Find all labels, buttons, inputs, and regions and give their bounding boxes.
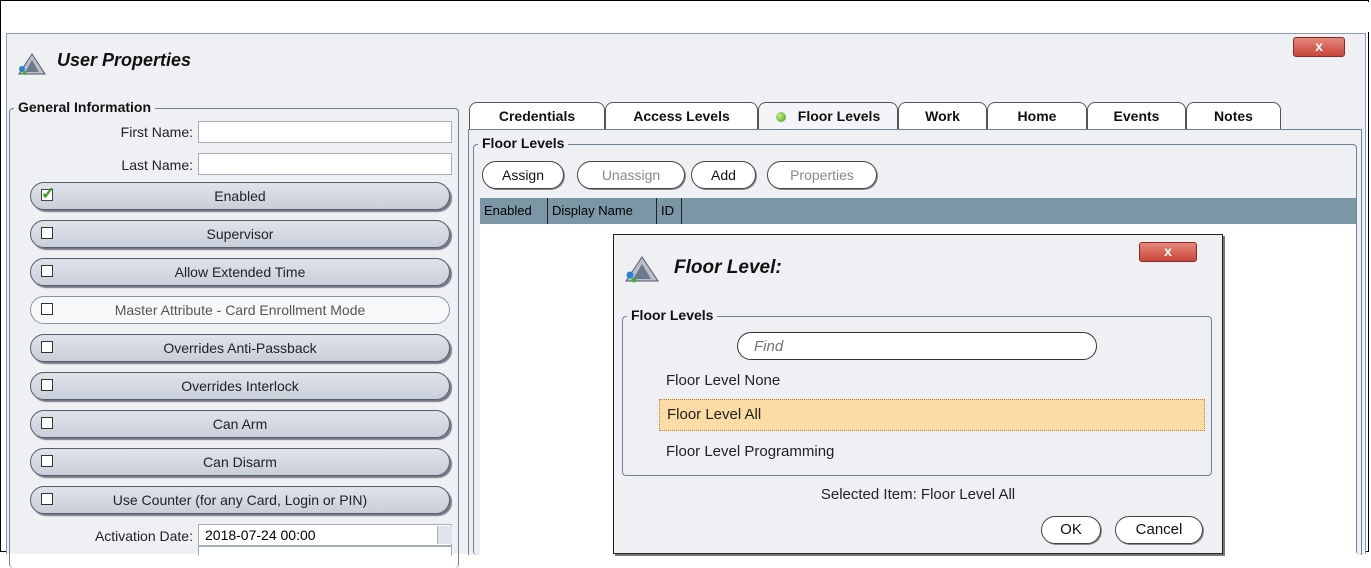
floor-levels-grid-header: Enabled Display Name ID [480, 198, 1356, 224]
column-header-enabled[interactable]: Enabled [480, 198, 548, 224]
title-bar: User Properties x [7, 34, 1365, 90]
dialog-title: Floor Level: [674, 257, 782, 278]
ok-button[interactable]: OK [1041, 516, 1101, 544]
window-title: User Properties [57, 50, 192, 70]
toggle-can-disarm[interactable]: Can Disarm [30, 448, 450, 476]
toggle-label: Overrides Interlock [181, 378, 299, 394]
find-input[interactable] [737, 332, 1097, 360]
expiration-date-field[interactable] [198, 546, 452, 556]
top-strip [2, 2, 1369, 32]
floor-levels-legend: Floor Levels [478, 135, 569, 151]
toggle-master-attribute[interactable]: Master Attribute - Card Enrollment Mode [30, 296, 450, 324]
list-item-floor-level-none[interactable]: Floor Level None [659, 366, 1205, 398]
first-name-field[interactable] [198, 121, 452, 143]
activation-date-field[interactable] [198, 524, 452, 546]
calendar-icon[interactable] [437, 526, 452, 544]
close-button[interactable]: x [1293, 37, 1345, 57]
dialog-floor-levels-legend: Floor Levels [627, 307, 718, 323]
active-status-icon [775, 112, 786, 122]
toggle-overrides-anti-passback[interactable]: Overrides Anti-Passback [30, 334, 450, 362]
tab-notes[interactable]: Notes [1186, 102, 1281, 130]
toggle-enabled[interactable]: ✓ Enabled [30, 182, 450, 210]
tab-work[interactable]: Work [898, 102, 987, 130]
toggle-label: Use Counter (for any Card, Login or PIN) [112, 492, 368, 508]
tab-credentials[interactable]: Credentials [469, 102, 605, 130]
tab-label: Floor Levels [797, 108, 881, 124]
general-information-legend: General Information [14, 99, 156, 115]
assign-button[interactable]: Assign [482, 161, 564, 189]
toggle-label: Allow Extended Time [174, 264, 306, 280]
last-name-field[interactable] [198, 153, 452, 175]
toggle-allow-extended-time[interactable]: Allow Extended Time [30, 258, 450, 286]
app-logo-icon [18, 53, 46, 75]
selected-item-text: Selected Item: Floor Level All [820, 486, 1016, 503]
cancel-button[interactable]: Cancel [1115, 516, 1203, 544]
toggle-label: Overrides Anti-Passback [163, 340, 317, 356]
column-header-id[interactable]: ID [657, 198, 682, 224]
tab-floor-levels[interactable]: Floor Levels [758, 102, 898, 130]
toggle-use-counter[interactable]: Use Counter (for any Card, Login or PIN) [30, 486, 450, 514]
toggle-can-arm[interactable]: Can Arm [30, 410, 450, 438]
last-name-label: Last Name: [121, 157, 193, 173]
tab-access-levels[interactable]: Access Levels [605, 102, 758, 130]
properties-button[interactable]: Properties [767, 161, 877, 189]
app-logo-icon [625, 256, 659, 283]
add-button[interactable]: Add [691, 161, 756, 189]
list-item-floor-level-all[interactable]: Floor Level All [659, 399, 1205, 431]
activation-date-label: Activation Date: [94, 528, 193, 544]
first-name-label: First Name: [120, 124, 193, 140]
column-header-display-name[interactable]: Display Name [548, 198, 657, 224]
tab-events[interactable]: Events [1087, 102, 1186, 130]
list-item-floor-level-programming[interactable]: Floor Level Programming [659, 437, 1205, 469]
unassign-button[interactable]: Unassign [577, 161, 685, 189]
toggle-supervisor[interactable]: Supervisor [30, 220, 450, 248]
floor-level-dialog: Floor Level: x Floor Levels Floor Level … [613, 234, 1223, 554]
toggle-overrides-interlock[interactable]: Overrides Interlock [30, 372, 450, 400]
toggle-label: Enabled [214, 188, 266, 204]
dialog-close-button[interactable]: x [1139, 242, 1197, 262]
toggle-label: Master Attribute - Card Enrollment Mode [114, 302, 366, 318]
tab-home[interactable]: Home [987, 102, 1087, 130]
toggle-label: Can Arm [212, 416, 268, 432]
toggle-label: Supervisor [206, 226, 274, 242]
toggle-label: Can Disarm [203, 454, 277, 470]
